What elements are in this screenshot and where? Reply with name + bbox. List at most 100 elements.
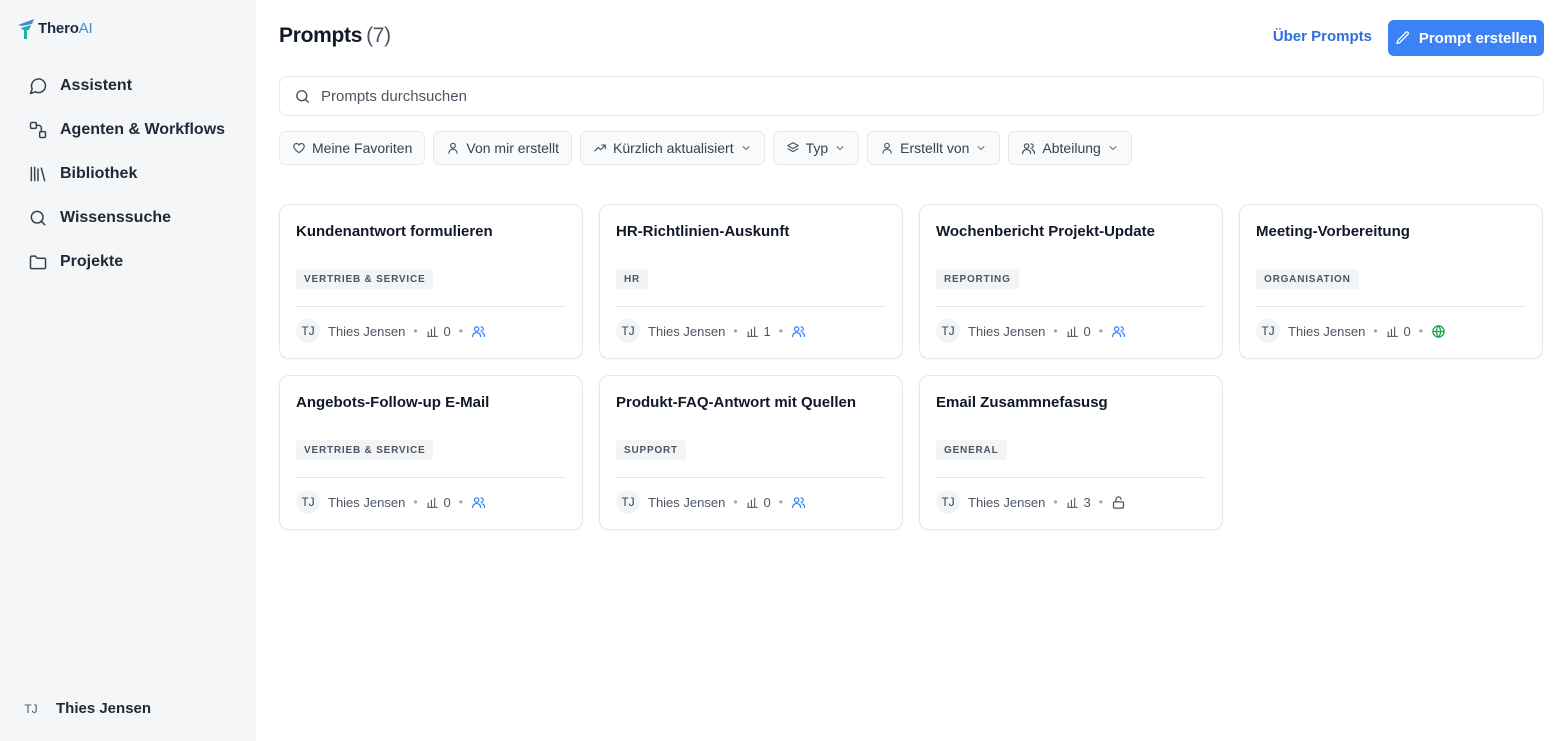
chevron-down-icon <box>836 146 844 151</box>
card-divider <box>616 306 886 307</box>
sidebar-user[interactable]: TJ Thies Jensen <box>18 700 151 717</box>
search-icon <box>30 210 46 226</box>
logo-text: TheroAI <box>38 19 93 37</box>
create-prompt-button[interactable]: Prompt erstellen <box>1388 20 1544 56</box>
sidebar-nav: Assistent Agenten & Workflows Bibliothek… <box>20 64 240 284</box>
usage-count-value: 3 <box>1083 494 1091 510</box>
filter-type[interactable]: Typ <box>772 131 860 165</box>
prompt-grid: Kundenantwort formulieren VERTRIEB & SERV… <box>279 204 1543 530</box>
bar-chart-icon <box>1066 326 1078 337</box>
bar-chart-icon <box>746 497 758 508</box>
team-icon <box>791 325 806 337</box>
category-tag: VERTRIEB & SERVICE <box>296 440 434 460</box>
filter-label: Meine Favoriten <box>312 140 413 156</box>
prompt-title: Produkt-FAQ-Antwort mit Quellen <box>616 394 856 411</box>
prompt-card[interactable]: Wochenbericht Projekt-Update REPORTING TJ T… <box>919 204 1223 359</box>
logo-main-text: Thero <box>38 19 79 37</box>
prompt-title: Angebots-Follow-up E-Mail <box>296 394 490 411</box>
prompt-title: Meeting-Vorbereitung <box>1256 223 1410 240</box>
trending-icon <box>594 144 606 152</box>
sidebar-item-label: Wissenssuche <box>60 209 172 226</box>
prompt-card[interactable]: Meeting-Vorbereitung ORGANISATION TJ Thies … <box>1239 204 1543 359</box>
user-icon <box>448 142 459 154</box>
usage-count-value: 0 <box>763 494 771 510</box>
sidebar-item-wissenssuche[interactable]: Wissenssuche <box>20 196 240 240</box>
prompt-meta: TJ Thies Jensen • 0 • <box>1256 319 1446 343</box>
chevron-down-icon <box>742 146 750 151</box>
avatar: TJ <box>24 701 38 716</box>
usage-count-value: 0 <box>1083 323 1091 339</box>
meta-separator: • <box>1373 324 1378 338</box>
author-name: Thies Jensen <box>968 323 1046 339</box>
usage-count: 0 <box>426 324 451 339</box>
sidebar-item-projekte[interactable]: Projekte <box>20 240 240 284</box>
usage-count-value: 0 <box>443 323 451 339</box>
prompt-card[interactable]: Email Zusammnefasusg GENERAL TJ Thies Jense… <box>919 375 1223 530</box>
meta-separator: • <box>413 495 418 509</box>
author-avatar: TJ <box>296 490 320 514</box>
about-prompts-link[interactable]: Über Prompts <box>1273 28 1372 45</box>
bar-chart-icon <box>1066 497 1078 508</box>
workflow-icon <box>29 121 47 139</box>
prompt-meta: TJ Thies Jensen • 0 • <box>616 490 806 514</box>
usage-count: 0 <box>1066 324 1091 339</box>
bar-chart-icon <box>426 497 438 508</box>
prompt-meta: TJ Thies Jensen • 0 • <box>296 319 486 343</box>
search-input[interactable] <box>321 87 1501 105</box>
card-divider <box>616 477 886 478</box>
filter-label: Abteilung <box>1042 140 1101 156</box>
filter-department[interactable]: Abteilung <box>1008 131 1132 165</box>
main-content: Prompts (7) Über Prompts Prompt erstellen… <box>279 0 1544 741</box>
usage-count: 0 <box>746 495 771 510</box>
prompt-title: Kundenantwort formulieren <box>296 223 493 240</box>
sidebar-item-bibliothek[interactable]: Bibliothek <box>20 152 240 196</box>
filter-label: Kürzlich aktualisiert <box>612 140 734 156</box>
bar-chart-icon <box>426 326 438 337</box>
author-avatar: TJ <box>296 319 320 343</box>
prompt-title: Wochenbericht Projekt-Update <box>936 223 1155 240</box>
prompt-title: HR-Richtlinien-Auskunft <box>616 223 790 240</box>
chevron-down-icon <box>977 146 985 151</box>
filter-recently-updated[interactable]: Kürzlich aktualisiert <box>579 131 765 165</box>
meta-separator: • <box>1053 324 1058 338</box>
author-name: Thies Jensen <box>648 494 726 510</box>
meta-separator: • <box>778 495 783 509</box>
layers-icon <box>786 142 799 153</box>
filter-created-by[interactable]: Erstellt von <box>867 131 1001 165</box>
sidebar-item-label: Assistent <box>60 77 133 94</box>
folder-icon <box>29 255 47 270</box>
category-tag: REPORTING <box>936 269 1019 289</box>
prompt-meta: TJ Thies Jensen • 0 • <box>936 319 1126 343</box>
category-tag: HR <box>616 269 649 289</box>
prompt-meta: TJ Thies Jensen • 3 • <box>936 490 1126 514</box>
meta-separator: • <box>413 324 418 338</box>
bar-chart-icon <box>1386 326 1398 337</box>
filter-created-by-me[interactable]: Von mir erstellt <box>433 131 572 165</box>
lock-icon <box>1112 495 1125 509</box>
logo-icon <box>18 19 34 39</box>
meta-separator: • <box>778 324 783 338</box>
filter-label: Typ <box>805 140 829 156</box>
bar-chart-icon <box>746 326 758 337</box>
meta-separator: • <box>733 324 738 338</box>
logo[interactable]: TheroAI <box>16 16 93 40</box>
card-divider <box>296 477 566 478</box>
filter-favorites[interactable]: Meine Favoriten <box>279 131 426 165</box>
author-name: Thies Jensen <box>968 494 1046 510</box>
author-name: Thies Jensen <box>648 323 726 339</box>
prompt-card[interactable]: Angebots-Follow-up E-Mail VERTRIEB & SERV… <box>279 375 583 530</box>
library-icon <box>30 166 46 182</box>
author-avatar: TJ <box>936 319 960 343</box>
author-avatar: TJ <box>1256 319 1280 343</box>
prompt-card[interactable]: Produkt-FAQ-Antwort mit Quellen SUPPORT TJ… <box>599 375 903 530</box>
usage-count-value: 0 <box>1403 323 1411 339</box>
prompt-meta: TJ Thies Jensen • 1 • <box>616 319 806 343</box>
author-name: Thies Jensen <box>328 323 406 339</box>
author-name: Thies Jensen <box>328 494 406 510</box>
sidebar-item-agenten-workflows[interactable]: Agenten & Workflows <box>20 108 240 152</box>
prompt-card[interactable]: HR-Richtlinien-Auskunft HR TJ Thies Jensen •… <box>599 204 903 359</box>
prompt-card[interactable]: Kundenantwort formulieren VERTRIEB & SERV… <box>279 204 583 359</box>
meta-separator: • <box>1053 495 1058 509</box>
card-divider <box>1256 306 1526 307</box>
sidebar-item-assistent[interactable]: Assistent <box>20 64 240 108</box>
